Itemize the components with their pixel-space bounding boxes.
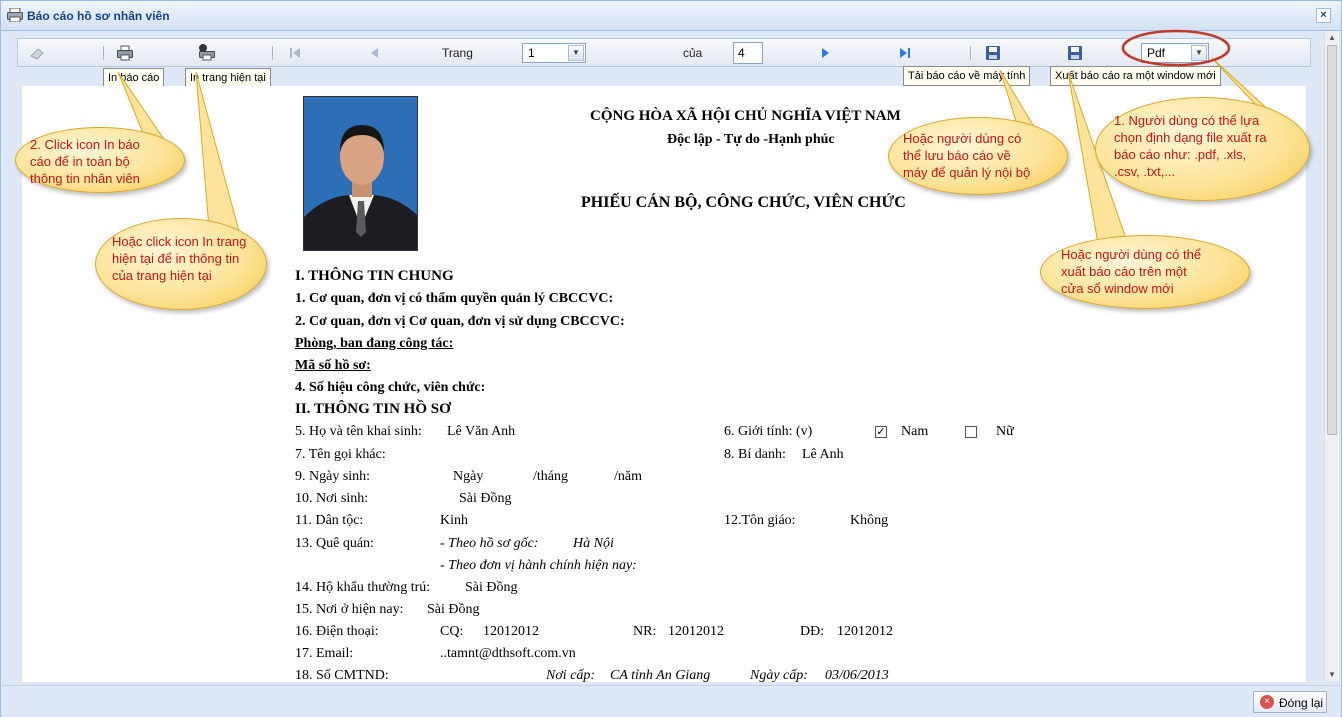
format-select[interactable]: Pdf ▼ xyxy=(1141,43,1209,63)
file-code-label: Mã số hồ sơ: xyxy=(295,358,371,373)
birth-name-value: Lê Văn Anh xyxy=(447,424,516,439)
chevron-down-icon[interactable]: ▼ xyxy=(568,45,584,61)
other-name-label: 7. Tên gọi khác: xyxy=(295,447,386,462)
phone-office-value: 12012012 xyxy=(483,624,539,639)
previous-page-icon[interactable] xyxy=(366,44,384,62)
callout-print-all: 2. Click icon In báo cáo để in toàn bộ t… xyxy=(15,127,185,193)
birth-place-label: 10. Nơi sinh: xyxy=(295,491,369,506)
callout-export-window: Hoặc người dùng có thể xuất báo cáo trên… xyxy=(1040,235,1250,309)
scroll-thumb[interactable] xyxy=(1327,45,1337,435)
current-address-value: Sài Đồng xyxy=(427,602,480,617)
close-report-button[interactable]: × Đóng lại xyxy=(1253,691,1327,713)
id-card-label: 18. Số CMTND: xyxy=(295,668,389,682)
birth-day: Ngày xyxy=(453,469,484,484)
section-profile: II. THÔNG TIN HỒ SƠ xyxy=(295,401,451,417)
download-tooltip: Tải báo cáo về máy tính xyxy=(903,66,1031,86)
section-general: I. THÔNG TIN CHUNG xyxy=(295,268,454,284)
motto: Độc lập - Tự do -Hạnh phúc xyxy=(667,132,835,147)
save-disk-icon[interactable] xyxy=(984,44,1002,62)
window-footer: × Đóng lại xyxy=(2,685,1340,717)
birth-month: /tháng xyxy=(533,469,568,484)
toolbar-separator xyxy=(272,46,273,60)
last-page-icon[interactable] xyxy=(896,44,914,62)
female-label: Nữ xyxy=(996,424,1014,439)
hometown-original-label: - Theo hồ sơ gốc: xyxy=(440,536,539,551)
phone-home-value: 12012012 xyxy=(668,624,724,639)
item-staff-number: 4. Số hiệu công chức, viên chức: xyxy=(295,380,486,395)
portrait-image xyxy=(304,97,417,250)
residence-value: Sài Đồng xyxy=(465,580,518,595)
birth-year: /năm xyxy=(614,469,642,484)
toolbar-separator xyxy=(970,46,971,60)
callout-download: Hoặc người dùng có thể lưu báo cáo về má… xyxy=(888,117,1068,195)
callout-print-page: Hoặc click icon In trang hiện tại để in … xyxy=(95,218,267,310)
phone-home-label: NR: xyxy=(633,624,657,639)
eraser-icon[interactable] xyxy=(28,44,46,62)
of-label: của xyxy=(683,46,703,60)
total-pages-field: 4 xyxy=(733,42,763,64)
hometown-original-value: Hà Nội xyxy=(573,536,614,551)
scroll-up-icon[interactable]: ▲ xyxy=(1328,33,1336,42)
hometown-label: 13. Quê quán: xyxy=(295,536,374,551)
birth-place-value: Sài Đồng xyxy=(459,491,512,506)
next-page-icon[interactable] xyxy=(816,44,834,62)
export-window-tooltip: Xuất báo cáo ra một window mới xyxy=(1050,66,1221,86)
item-using-agency: 2. Cơ quan, đơn vị Cơ quan, đơn vị sử dụ… xyxy=(295,314,625,329)
window-titlebar: Báo cáo hồ sơ nhân viên × xyxy=(1,1,1341,31)
male-checkbox: ✓ xyxy=(875,426,887,438)
religion-value: Không xyxy=(850,513,889,528)
birth-name-label: 5. Họ và tên khai sinh: xyxy=(295,424,422,439)
item-managing-agency: 1. Cơ quan, đơn vị có thẩm quyền quản lý… xyxy=(295,291,614,306)
ethnicity-value: Kinh xyxy=(440,513,468,528)
vertical-scrollbar[interactable]: ▲ ▼ xyxy=(1324,31,1339,681)
scroll-down-icon[interactable]: ▼ xyxy=(1328,670,1336,679)
employee-photo xyxy=(303,96,418,251)
print-report-tooltip: In báo cáo xyxy=(103,68,165,88)
page-select-value: 1 xyxy=(528,46,535,60)
gender-label: 6. Giới tính: (v) xyxy=(724,424,813,439)
phone-mobile-value: 12012012 xyxy=(837,624,893,639)
printer-icon xyxy=(7,8,23,22)
ethnicity-label: 11. Dân tộc: xyxy=(295,513,364,528)
close-circle-icon: × xyxy=(1260,695,1274,709)
alias-label: 8. Bí danh: xyxy=(724,447,786,462)
print-page-icon[interactable] xyxy=(198,44,216,62)
page-select[interactable]: 1 ▼ xyxy=(522,43,586,63)
male-label: Nam xyxy=(901,424,929,439)
print-report-icon[interactable] xyxy=(116,44,134,62)
phone-mobile-label: DĐ: xyxy=(800,624,825,639)
export-window-icon[interactable] xyxy=(1066,44,1084,62)
phone-office-label: CQ: xyxy=(440,624,464,639)
form-title: PHIẾU CÁN BỘ, CÔNG CHỨC, VIÊN CHỨC xyxy=(581,194,906,211)
id-issued-place-value: CA tỉnh An Giang xyxy=(610,668,711,682)
chevron-down-icon[interactable]: ▼ xyxy=(1191,45,1207,61)
id-issued-date-value: 03/06/2013 xyxy=(825,668,889,682)
first-page-icon[interactable] xyxy=(286,44,304,62)
toolbar-separator xyxy=(103,46,104,60)
id-issued-date-label: Ngày cấp: xyxy=(750,668,808,682)
country-heading: CỘNG HÒA XÃ HỘI CHỦ NGHĨA VIỆT NAM xyxy=(590,108,901,124)
email-label: 17. Email: xyxy=(295,646,354,661)
report-toolbar: Trang 1 ▼ của 4 Pdf ▼ xyxy=(17,38,1311,67)
alias-value: Lê Anh xyxy=(802,447,844,462)
window-close-icon[interactable]: × xyxy=(1316,8,1331,23)
window-title: Báo cáo hồ sơ nhân viên xyxy=(27,9,170,23)
print-page-tooltip: In trang hiện tại xyxy=(185,68,271,88)
close-report-label: Đóng lại xyxy=(1279,696,1324,710)
id-issued-place-label: Nơi cấp: xyxy=(546,668,596,682)
email-value: ..tamnt@dthsoft.com.vn xyxy=(440,646,576,661)
residence-label: 14. Hộ khẩu thường trú: xyxy=(295,580,431,595)
current-address-label: 15. Nơi ở hiện nay: xyxy=(295,602,404,617)
format-select-value: Pdf xyxy=(1147,46,1166,60)
religion-label: 12.Tôn giáo: xyxy=(724,513,796,528)
callout-format: 1. Người dùng có thể lựa chọn định dạng … xyxy=(1095,97,1310,201)
department-label: Phòng, ban đang công tác: xyxy=(295,336,454,351)
phone-label: 16. Điện thoại: xyxy=(295,624,379,639)
hometown-admin-label: - Theo đơn vị hành chính hiện nay: xyxy=(440,558,637,573)
birth-date-label: 9. Ngày sinh: xyxy=(295,469,371,484)
female-checkbox xyxy=(965,426,977,438)
page-label: Trang xyxy=(442,46,473,60)
